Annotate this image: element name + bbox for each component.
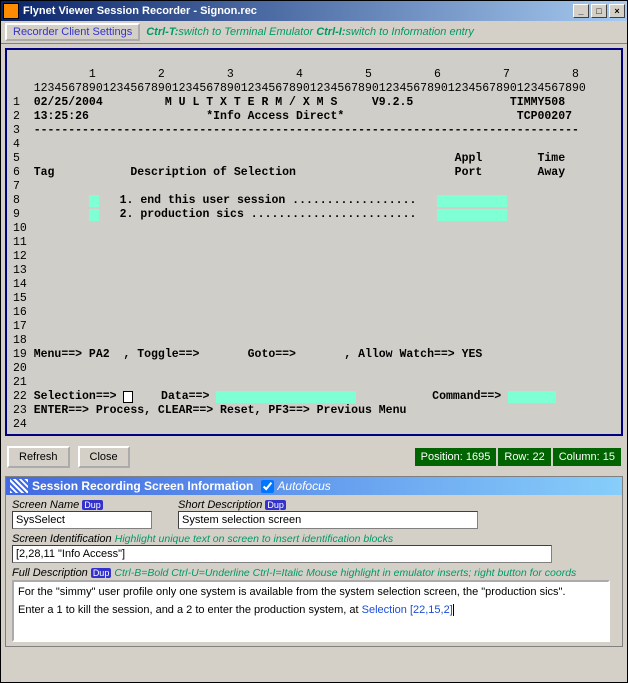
screen-info-panel: Session Recording Screen Information Aut… [5, 476, 623, 647]
maximize-button[interactable]: □ [591, 4, 607, 18]
row-1: 1 02/25/2004 M U L T X T E R M / X M S V… [13, 96, 565, 109]
minimize-button[interactable]: _ [573, 4, 589, 18]
row-19: 19 Menu==> PA2 , Toggle==> Goto==> , All… [13, 348, 482, 361]
row-21: 21 [13, 376, 27, 389]
terminal-frame: 1 2 3 4 5 6 7 8 123456789012345678901234… [5, 48, 623, 436]
titlebar: Flynet Viewer Session Recorder - Signon.… [1, 1, 627, 21]
row-12: 12 [13, 250, 27, 263]
command-field[interactable] [508, 391, 556, 403]
window-title: Flynet Viewer Session Recorder - Signon.… [23, 5, 571, 17]
row-8: 8 1. end this user session .............… [13, 194, 507, 207]
dup-badge[interactable]: Dup [91, 568, 112, 578]
data-field[interactable] [216, 391, 356, 403]
status-column: Column: 15 [553, 448, 621, 466]
row-2: 2 13:25:26 *Info Access Direct* TCP00207 [13, 110, 572, 123]
row-22: 22 Selection==> Data==> Command==> [13, 390, 556, 403]
terminal-emulator[interactable]: 1 2 3 4 5 6 7 8 123456789012345678901234… [13, 54, 615, 432]
row-7: 7 [13, 180, 34, 193]
col-ruler-tens: 1 2 3 4 5 6 7 8 [13, 68, 579, 81]
autofocus-input[interactable] [261, 480, 274, 493]
screen-name-input[interactable] [12, 511, 152, 529]
grip-icon [10, 479, 28, 493]
full-description-editor[interactable]: For the "simmy" user profile only one sy… [12, 580, 610, 642]
screen-ident-label: Screen Identification Highlight unique t… [12, 533, 616, 545]
row-18: 18 [13, 334, 27, 347]
status-readout: Position: 1695 Row: 22 Column: 15 [415, 448, 621, 466]
app-icon [3, 3, 19, 19]
row-10: 10 [13, 222, 27, 235]
row-16: 16 [13, 306, 27, 319]
selection-coord-link[interactable]: Selection [22,15,2] [362, 604, 453, 616]
controls-row: Refresh Close Position: 1695 Row: 22 Col… [1, 440, 627, 474]
row-20: 20 [13, 362, 27, 375]
selection-field[interactable] [123, 391, 133, 403]
row-6: 6 Tag Description of Selection Port Away [13, 166, 565, 179]
text-cursor [453, 604, 454, 616]
toolbar: Recorder Client Settings Ctrl-T:switch t… [1, 21, 627, 44]
full-desc-line: Enter a 1 to kill the session, and a 2 t… [18, 603, 604, 617]
status-position: Position: 1695 [415, 448, 497, 466]
terminal-field[interactable] [437, 195, 507, 207]
row-15: 15 [13, 292, 27, 305]
autofocus-checkbox[interactable]: Autofocus [261, 479, 330, 493]
screen-info-title: Session Recording Screen Information [32, 479, 253, 493]
row-11: 11 [13, 236, 27, 249]
terminal-field[interactable] [89, 209, 99, 221]
dup-badge[interactable]: Dup [82, 500, 103, 510]
col-ruler-ones: 1234567890123456789012345678901234567890… [13, 82, 586, 95]
row-14: 14 [13, 278, 27, 291]
short-description-label: Short DescriptionDup [178, 499, 478, 511]
screen-name-label: Screen NameDup [12, 499, 152, 511]
row-3: 3 --------------------------------------… [13, 124, 579, 137]
status-row: Row: 22 [498, 448, 550, 466]
row-9: 9 2. production sics ...................… [13, 208, 507, 221]
row-4: 4 [13, 138, 34, 151]
close-window-button[interactable]: × [609, 4, 625, 18]
row-5: 5 Appl Time [13, 152, 565, 165]
screen-info-header: Session Recording Screen Information Aut… [6, 477, 622, 495]
short-description-input[interactable] [178, 511, 478, 529]
row-13: 13 [13, 264, 27, 277]
full-description-label: Full DescriptionDup Ctrl-B=Bold Ctrl-U=U… [12, 567, 616, 579]
dup-badge[interactable]: Dup [265, 500, 286, 510]
row-23: 23 ENTER==> Process, CLEAR==> Reset, PF3… [13, 404, 406, 417]
screen-info-body: Screen NameDup Short DescriptionDup Scre… [6, 495, 622, 646]
terminal-field[interactable] [437, 209, 507, 221]
row-17: 17 [13, 320, 27, 333]
row-24: 24 [13, 418, 27, 431]
shortcut-hints: Ctrl-T:switch to Terminal Emulator Ctrl-… [146, 26, 474, 38]
terminal-field[interactable] [89, 195, 99, 207]
full-desc-line: For the "simmy" user profile only one sy… [18, 585, 604, 599]
recorder-settings-button[interactable]: Recorder Client Settings [5, 23, 140, 41]
close-button[interactable]: Close [78, 446, 130, 468]
app-window: Flynet Viewer Session Recorder - Signon.… [0, 0, 628, 683]
refresh-button[interactable]: Refresh [7, 446, 70, 468]
screen-identification-input[interactable] [12, 545, 552, 563]
